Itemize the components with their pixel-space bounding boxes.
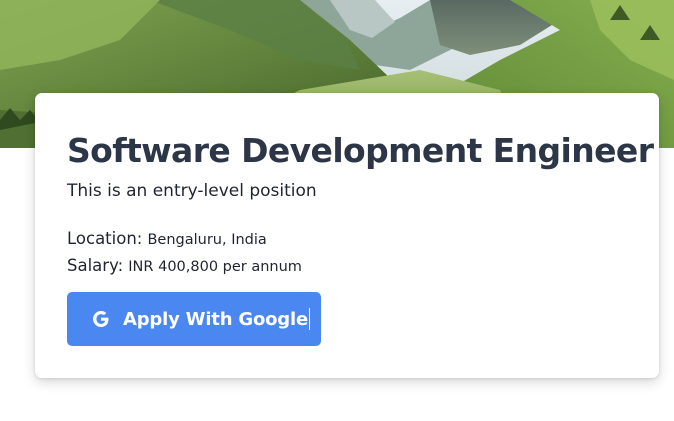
job-subtitle: This is an entry-level position bbox=[67, 181, 317, 201]
salary-label: Salary: bbox=[67, 256, 124, 275]
location-value: Bengaluru, India bbox=[147, 232, 267, 248]
salary-row: Salary: INR 400,800 per annum bbox=[67, 252, 627, 279]
apply-with-google-button[interactable]: Apply With Google bbox=[67, 292, 321, 346]
salary-value: INR 400,800 per annum bbox=[128, 259, 302, 275]
job-details: Location: Bengaluru, India Salary: INR 4… bbox=[67, 225, 627, 279]
page: Software Development Engineer This is an… bbox=[0, 0, 674, 421]
google-g-icon bbox=[91, 309, 111, 329]
apply-button-label: Apply With Google bbox=[123, 308, 308, 330]
location-label: Location: bbox=[67, 229, 143, 248]
location-row: Location: Bengaluru, India bbox=[67, 225, 627, 252]
text-cursor bbox=[308, 308, 310, 330]
job-card: Software Development Engineer This is an… bbox=[35, 93, 659, 378]
job-title: Software Development Engineer bbox=[67, 131, 654, 170]
